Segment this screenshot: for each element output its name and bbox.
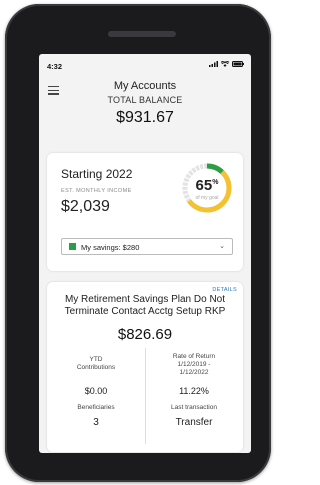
- last-transaction-label: Last transaction: [171, 404, 217, 411]
- wifi-icon: [221, 61, 229, 67]
- menu-icon[interactable]: [48, 86, 59, 97]
- accounts-header: My Accounts TOTAL BALANCE $931.67: [39, 76, 251, 158]
- total-balance-value: $931.67: [116, 109, 174, 126]
- ytd-contributions: YTD Contributions: [47, 356, 145, 372]
- goal-caption: of my goal: [195, 195, 219, 201]
- ytd-value-block: $0.00: [47, 386, 145, 396]
- plan-card[interactable]: DETAILS My Retirement Savings Plan Do No…: [47, 282, 243, 452]
- savings-swatch: [69, 243, 76, 250]
- plan-balance: $826.69: [117, 326, 173, 343]
- status-icons: [209, 61, 244, 67]
- signal-icon: [209, 61, 218, 67]
- est-monthly-income-value: $2,039: [61, 198, 110, 215]
- income-card[interactable]: Starting 2022 EST. MONTHLY INCOME $2,039…: [47, 153, 243, 271]
- app-screen: 4:32 My Accounts TOTAL BALANCE $931.67 S…: [39, 54, 251, 453]
- savings-dropdown-label: My savings: $280: [81, 242, 140, 252]
- chevron-down-icon: ⌄: [219, 242, 225, 250]
- plan-name: My Retirement Savings Plan Do Not Termin…: [64, 294, 226, 317]
- income-card-title: Starting 2022: [61, 167, 133, 181]
- beneficiaries: Beneficiaries 3: [47, 404, 145, 428]
- total-balance-label: TOTAL BALANCE: [107, 95, 183, 105]
- goal-percent: 65%: [195, 177, 219, 194]
- speaker-grille: [108, 31, 176, 37]
- beneficiaries-value: 3: [93, 417, 99, 428]
- last-transaction: Last transaction Transfer: [145, 404, 243, 428]
- battery-icon: [232, 61, 244, 67]
- ror-value-block: 11.22%: [145, 386, 243, 396]
- details-link[interactable]: DETAILS: [212, 287, 237, 293]
- page-title: My Accounts: [113, 80, 177, 92]
- est-monthly-income-label: EST. MONTHLY INCOME: [61, 188, 132, 194]
- ytd-value: $0.00: [84, 386, 108, 396]
- status-time: 4:32: [47, 62, 63, 71]
- rate-of-return: Rate of Return 1/12/2019 - 1/12/2022: [145, 353, 243, 377]
- ytd-label: YTD Contributions: [76, 356, 116, 371]
- savings-dropdown[interactable]: My savings: $280 ⌄: [61, 238, 233, 255]
- ror-value: 11.22%: [179, 386, 209, 396]
- ror-label: Rate of Return 1/12/2019 - 1/12/2022: [172, 353, 216, 376]
- beneficiaries-label: Beneficiaries: [77, 404, 115, 411]
- goal-gauge: 65% of my goal: [181, 162, 233, 214]
- phone-frame: 4:32 My Accounts TOTAL BALANCE $931.67 S…: [5, 4, 271, 482]
- status-bar: 4:32: [39, 54, 251, 76]
- last-transaction-value: Transfer: [175, 417, 213, 428]
